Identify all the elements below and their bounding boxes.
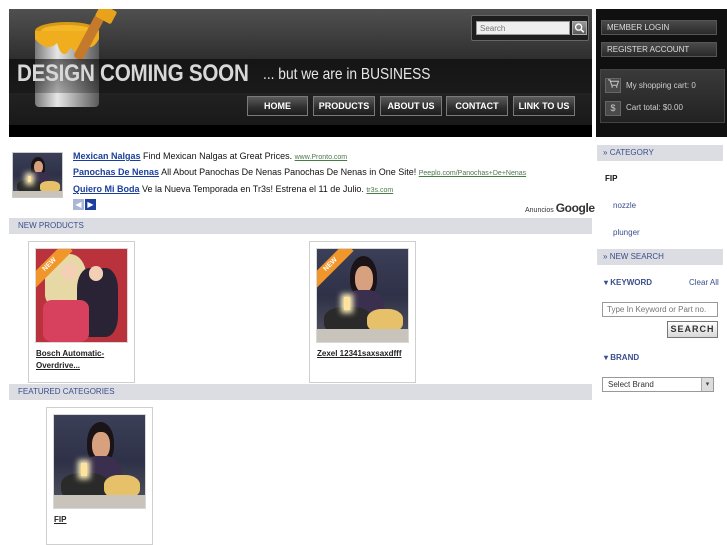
dollar-icon: $	[605, 101, 621, 116]
ad-text: All About Panochas De Nenas Panochas De …	[161, 167, 417, 177]
brand-label: ▾ BRAND	[604, 353, 639, 362]
ad-url-link[interactable]: tr3s.com	[366, 187, 393, 194]
site-header: DESIGN COMING SOON ... but we are in BUS…	[9, 9, 592, 137]
ad-url-link[interactable]: www.Pronto.com	[295, 154, 348, 161]
ad-title-link[interactable]: Quiero Mi Boda	[73, 184, 140, 194]
ad-prev-arrow-icon[interactable]: ◀	[73, 199, 84, 210]
ad-text: Ve la Nueva Temporada en Tr3s! Estrena e…	[142, 184, 364, 194]
nav-about-us[interactable]: ABOUT US	[380, 96, 442, 116]
category-photo	[54, 415, 145, 508]
ad-thumbnail[interactable]	[12, 152, 63, 198]
product-image[interactable]: NEW	[316, 248, 409, 343]
category-heading: » CATEGORY	[597, 145, 723, 161]
ads-by-prefix: Anuncios	[525, 207, 554, 214]
triangle-down-icon: ▾	[604, 278, 609, 287]
cart-summary: My shopping cart: 0 $ Cart total: $0.00	[600, 69, 725, 123]
header-search-box	[471, 15, 589, 41]
category-item-nozzle[interactable]: nozzle	[613, 201, 636, 210]
product-card[interactable]: NEW Bosch Automatic-Overdrive...	[28, 241, 135, 383]
dropdown-arrow-icon[interactable]: ▾	[701, 378, 713, 391]
category-image[interactable]	[53, 414, 146, 509]
header-search-button[interactable]	[572, 21, 587, 35]
new-search-heading-label: NEW SEARCH	[609, 252, 664, 261]
clear-all-link[interactable]: Clear All	[689, 278, 719, 287]
ad-item: Quiero Mi Boda Ve la Nueva Temporada en …	[73, 184, 393, 194]
ad-next-arrow-icon[interactable]: ▶	[85, 199, 96, 210]
headline-title: DESIGN COMING SOON	[17, 60, 249, 87]
brand-select[interactable]: Select Brand ▾	[602, 377, 714, 392]
nav-products[interactable]: PRODUCTS	[313, 96, 375, 116]
double-chevron-icon: »	[603, 252, 608, 261]
account-panel: MEMBER LOGIN REGISTER ACCOUNT My shoppin…	[596, 9, 727, 137]
double-chevron-icon: »	[603, 148, 608, 157]
ad-text: Find Mexican Nalgas at Great Prices.	[143, 151, 293, 161]
magnifier-icon	[574, 23, 585, 33]
member-login-button[interactable]: MEMBER LOGIN	[601, 20, 717, 35]
cart-count[interactable]: My shopping cart: 0	[626, 81, 696, 90]
cart-total: Cart total: $0.00	[626, 103, 683, 112]
brand-label-text: BRAND	[610, 353, 640, 362]
featured-categories-heading: FEATURED CATEGORIES	[9, 384, 592, 400]
headline-subtitle: ... but we are in BUSINESS	[263, 66, 431, 83]
product-name-link[interactable]: Zexel 12341saxsaxdfff	[317, 348, 409, 360]
category-card[interactable]: FIP	[46, 407, 153, 545]
ad-item: Mexican Nalgas Find Mexican Nalgas at Gr…	[73, 151, 347, 161]
register-account-button[interactable]: REGISTER ACCOUNT	[601, 42, 717, 57]
google-brand: Google	[555, 201, 595, 215]
brand-select-value: Select Brand	[608, 380, 654, 389]
ad-url-link[interactable]: Peeplo.com/Panochas+De+Nenas	[419, 170, 526, 177]
keyword-label-text: KEYWORD	[610, 278, 653, 287]
ad-title-link[interactable]: Panochas De Nenas	[73, 167, 159, 177]
thumbnail-photo	[13, 153, 62, 197]
new-products-heading: NEW PRODUCTS	[9, 218, 592, 234]
nav-contact[interactable]: CONTACT	[446, 96, 508, 116]
category-item-plunger[interactable]: plunger	[613, 228, 640, 237]
new-search-heading: » NEW SEARCH	[597, 249, 723, 265]
product-name-link[interactable]: Bosch Automatic-Overdrive...	[36, 348, 128, 372]
category-item-fip[interactable]: FIP	[605, 174, 617, 183]
keyword-label: ▾ KEYWORD	[604, 278, 652, 287]
header-bottom-band	[9, 125, 592, 137]
search-submit-button[interactable]: SEARCH	[667, 321, 718, 338]
product-card[interactable]: NEW Zexel 12341saxsaxdfff	[309, 241, 416, 383]
header-search-input[interactable]	[476, 21, 570, 35]
nav-link-to-us[interactable]: LINK TO US	[513, 96, 575, 116]
ad-item: Panochas De Nenas All About Panochas De …	[73, 167, 526, 177]
nav-home[interactable]: HOME	[247, 96, 308, 116]
shopping-cart-icon[interactable]	[605, 78, 621, 93]
cart-glyph-icon	[607, 79, 619, 88]
product-image[interactable]: NEW	[35, 248, 128, 343]
ads-by-google[interactable]: Anuncios Google	[525, 201, 595, 215]
category-name-link[interactable]: FIP	[54, 514, 146, 526]
category-heading-label: CATEGORY	[609, 148, 654, 157]
ad-title-link[interactable]: Mexican Nalgas	[73, 151, 141, 161]
triangle-down-icon: ▾	[604, 353, 609, 362]
keyword-input[interactable]	[602, 302, 718, 317]
